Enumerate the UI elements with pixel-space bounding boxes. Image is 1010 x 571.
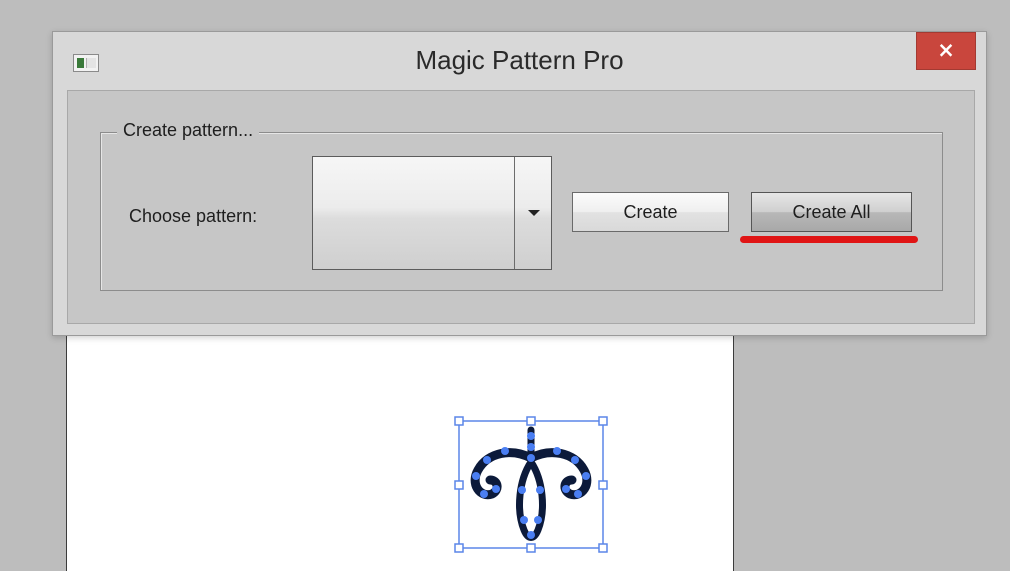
red-highlight-underline (740, 236, 918, 243)
title-bar[interactable]: Magic Pattern Pro × (53, 32, 986, 90)
magic-pattern-dialog: Magic Pattern Pro × Create pattern... Ch… (52, 31, 987, 336)
chevron-down-icon (528, 210, 540, 216)
dialog-client-area: Create pattern... Choose pattern: Create… (67, 90, 975, 324)
anchor-points (472, 432, 590, 539)
group-legend: Create pattern... (117, 120, 260, 141)
window-title: Magic Pattern Pro (415, 45, 624, 75)
close-icon: × (937, 38, 955, 62)
create-all-button[interactable]: Create All (751, 192, 912, 232)
pattern-dropdown-value (313, 157, 513, 269)
artboard-canvas[interactable] (66, 318, 734, 571)
dropdown-arrow-button[interactable] (514, 157, 551, 269)
selected-ornament-artwork[interactable] (440, 400, 620, 571)
create-button[interactable]: Create (572, 192, 729, 232)
pattern-dropdown[interactable] (312, 156, 552, 270)
close-button[interactable]: × (916, 32, 976, 70)
create-pattern-group: Create pattern... Choose pattern: Create… (100, 120, 943, 291)
choose-pattern-label: Choose pattern: (129, 206, 258, 226)
